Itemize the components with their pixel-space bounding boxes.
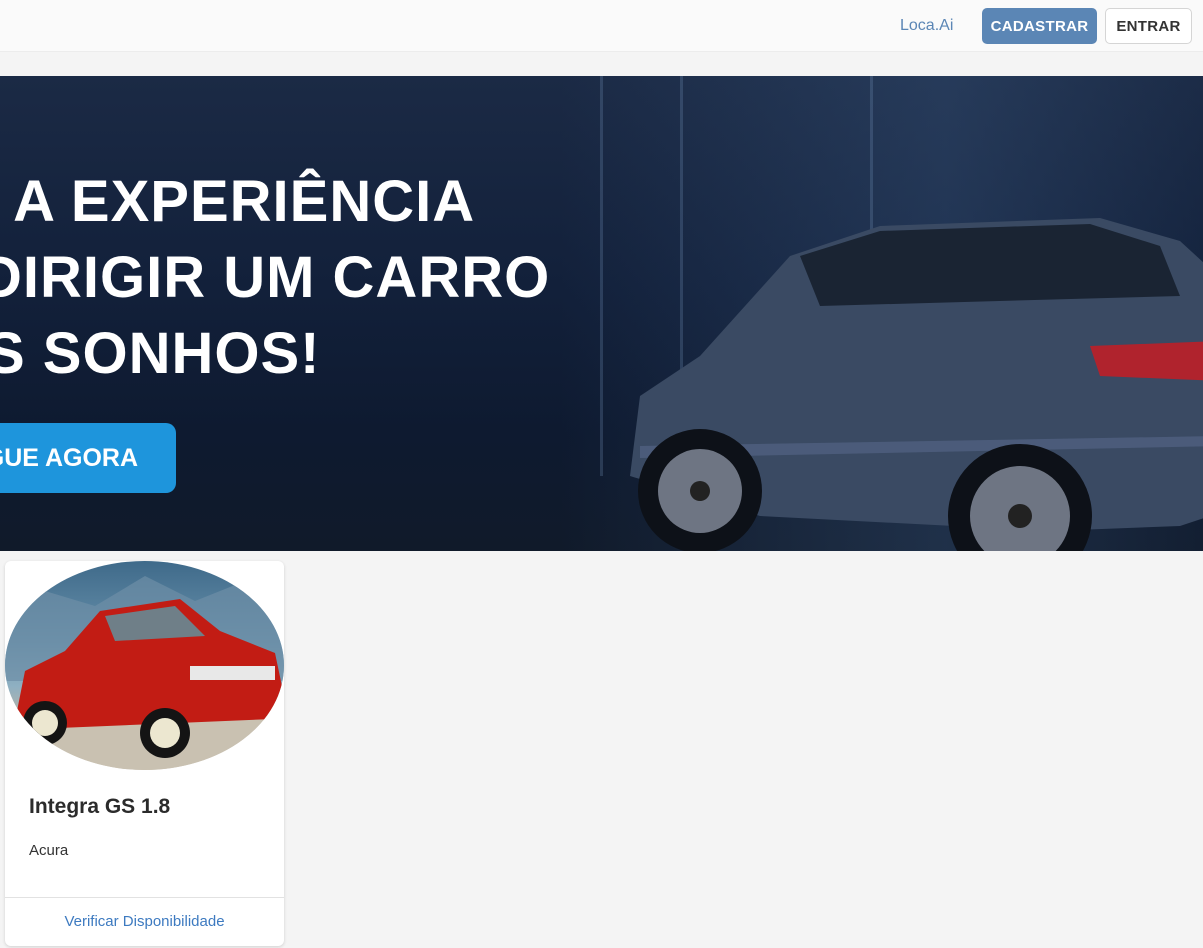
car-name: Integra GS 1.8 — [29, 795, 171, 818]
banner-headline-line-2: DIRIGIR UM CARRO — [0, 245, 551, 310]
login-button[interactable]: ENTRAR — [1105, 8, 1192, 44]
top-navbar: Loca.Ai CADASTRAR ENTRAR — [0, 0, 1203, 52]
red-sedan-image — [5, 576, 284, 770]
banner-headline-line-3: S SONHOS! — [0, 321, 321, 386]
car-card: Integra GS 1.8 Acura Verificar Disponibi… — [5, 561, 284, 946]
hero-banner: VA A EXPERIÊNCIA DIRIGIR UM CARRO S SONH… — [0, 76, 1203, 551]
register-button[interactable]: CADASTRAR — [982, 8, 1097, 44]
check-availability-button[interactable]: Verificar Disponibilidade — [5, 898, 284, 946]
banner-cta-button[interactable]: GUE AGORA — [0, 423, 176, 493]
banner-suv-image — [630, 218, 1203, 551]
car-brand: Acura — [29, 842, 69, 859]
banner-window-frame — [600, 76, 603, 476]
banner-headline-line-1: VA A EXPERIÊNCIA — [0, 169, 476, 234]
brand-link[interactable]: Loca.Ai — [900, 15, 953, 37]
car-photo — [5, 561, 284, 770]
